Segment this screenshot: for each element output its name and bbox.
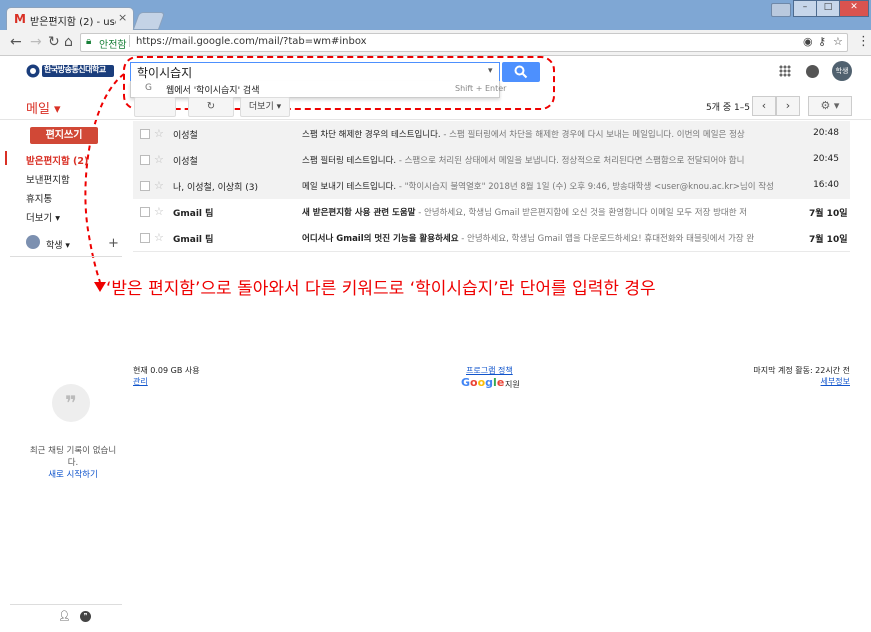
email-date: 7월 10일 xyxy=(809,235,848,245)
compose-button[interactable]: 편지쓰기 xyxy=(30,127,98,144)
last-activity-text: 마지막 계정 활동: 22시간 전 xyxy=(753,366,850,375)
apps-grid-icon[interactable] xyxy=(779,65,791,77)
tab-title: 받은편지함 (2) - user@kn xyxy=(30,17,116,28)
pager-count: 5개 중 1–5 xyxy=(706,103,750,113)
email-subject: 스팸 차단 해제한 경우의 테스트입니다. xyxy=(302,130,441,140)
logo-text: 한국방송통신대학교 xyxy=(44,65,106,74)
email-sender: 나, 이성철, 이상희 (3) xyxy=(173,183,259,193)
email-content: 스팸 필터링 테스트입니다. - 스팸으로 처리된 상태에서 메일을 보냅니다.… xyxy=(302,154,784,166)
email-snippet: - 안녕하세요, 학생님 Gmail 앱을 다운로드하세요! 휴대전화와 태블릿… xyxy=(458,234,755,244)
email-snippet: - 스팸으로 처리된 상태에서 메일을 보냅니다. 정상적으로 처리된다면 스팸… xyxy=(396,156,745,166)
email-date: 20:45 xyxy=(813,154,839,164)
add-chat-icon[interactable]: + xyxy=(108,236,119,251)
address-separator xyxy=(129,35,130,47)
program-policy-link[interactable]: 프로그램 정책 xyxy=(466,365,513,376)
url-text[interactable]: https://mail.google.com/mail/?tab=wm#inb… xyxy=(136,36,367,47)
key-icon[interactable]: ⚷ xyxy=(818,35,826,48)
minimize-icon[interactable]: – xyxy=(793,0,817,17)
email-date: 20:48 xyxy=(813,128,839,138)
email-sender: Gmail 팀 xyxy=(173,209,214,219)
support-link[interactable]: 지원 xyxy=(505,379,520,390)
settings-gear-button[interactable]: ⚙ ▾ xyxy=(808,96,852,116)
hangouts-quote-icon[interactable]: ❞ xyxy=(80,611,91,622)
sidebar-item-sent[interactable]: 보낸편지함 xyxy=(26,172,70,186)
google-logo: Google xyxy=(461,376,505,389)
back-icon[interactable]: ← xyxy=(10,34,22,50)
home-icon[interactable]: ⌂ xyxy=(64,34,73,50)
details-link[interactable]: 세부정보 xyxy=(700,376,850,387)
sidebar-bottom-divider xyxy=(10,604,122,605)
close-window-icon[interactable]: ✕ xyxy=(839,0,869,17)
table-row[interactable]: ☆ 이성철 스팸 필터링 테스트입니다. - 스팸으로 처리된 상태에서 메일을 보… xyxy=(133,147,850,174)
tab-close-icon[interactable]: × xyxy=(118,11,127,24)
email-content: 어디서나 Gmail의 멋진 기능을 활용하세요 - 안녕하세요, 학생님 Gm… xyxy=(302,232,784,244)
manage-link[interactable]: 관리 xyxy=(133,376,148,387)
gmail-favicon-icon: M xyxy=(14,12,26,26)
storage-usage: 현재 0.09 GB 사용 xyxy=(133,366,200,375)
sidebar-item-inbox[interactable]: 받은편지함 (2) xyxy=(26,153,88,167)
email-sender: Gmail 팀 xyxy=(173,235,214,245)
chat-empty-text: 최근 채팅 기록이 없습니다. xyxy=(29,446,117,468)
table-row[interactable]: ☆ 나, 이성철, 이상희 (3) 메일 보내기 테스트입니다. - "학이시습지 … xyxy=(133,173,850,200)
email-content: 새 받은편지함 사용 관련 도움말 - 안녕하세요, 학생님 Gmail 받은편… xyxy=(302,206,784,218)
inbox-selected-indicator xyxy=(5,151,7,165)
annotation-caption: ‘받은 편지함’으로 돌아와서 다른 키워드로 ‘학이시습지’란 단어를 입력한… xyxy=(106,279,656,299)
row-checkbox[interactable] xyxy=(140,155,150,165)
secure-label: 안전함 xyxy=(99,40,127,51)
next-page-icon[interactable]: › xyxy=(776,96,800,116)
email-snippet: - 스팸 필터링에서 차단을 해제한 경우에 다시 보내는 메일입니다. 이번의… xyxy=(440,130,745,140)
profile-chip-icon[interactable] xyxy=(771,3,791,17)
maximize-icon[interactable]: □ xyxy=(816,0,840,17)
star-icon[interactable]: ☆ xyxy=(154,127,164,140)
browser-menu-icon[interactable]: ⋮ xyxy=(857,34,870,49)
hangouts-avatar[interactable] xyxy=(26,235,40,249)
email-snippet: - 안녕하세요, 학생님 Gmail 받은편지함에 오신 것을 환영합니다 이메… xyxy=(415,208,748,218)
notifications-icon[interactable] xyxy=(806,65,819,78)
email-subject: 새 받은편지함 사용 관련 도움말 xyxy=(302,208,416,218)
toolbar-divider xyxy=(0,119,871,120)
more-button[interactable]: 더보기 ▾ xyxy=(240,97,290,117)
eye-icon[interactable]: ◉ xyxy=(803,35,813,48)
star-icon[interactable]: ☆ xyxy=(154,153,164,166)
reload-icon[interactable]: ↻ xyxy=(48,34,60,50)
star-icon[interactable]: ☆ xyxy=(154,179,164,192)
sidebar-item-trash[interactable]: 휴지통 xyxy=(26,191,52,205)
bookmark-star-icon[interactable]: ☆ xyxy=(833,35,843,48)
email-content: 스팸 차단 해제한 경우의 테스트입니다. - 스팸 필터링에서 차단을 해제한… xyxy=(302,128,784,140)
table-row[interactable]: ☆ 이성철 스팸 차단 해제한 경우의 테스트입니다. - 스팸 필터링에서 차단을… xyxy=(133,121,850,148)
email-sender: 이성철 xyxy=(173,131,198,141)
email-content: 메일 보내기 테스트입니다. - "학이시습지 불역열호" 2018년 8월 1… xyxy=(302,180,784,192)
mail-menu[interactable]: 메일 ▾ xyxy=(26,98,61,117)
star-icon[interactable]: ☆ xyxy=(154,231,164,244)
refresh-button[interactable]: ↻ xyxy=(188,97,234,117)
prev-page-icon[interactable]: ‹ xyxy=(752,96,776,116)
email-date: 16:40 xyxy=(813,180,839,190)
email-subject: 스팸 필터링 테스트입니다. xyxy=(302,156,397,166)
forward-icon[interactable]: → xyxy=(30,34,42,50)
email-date: 7월 10일 xyxy=(809,209,848,219)
select-all-checkbox[interactable] xyxy=(134,97,176,117)
start-new-chat-link[interactable]: 새로 시작하기 xyxy=(26,468,120,480)
lock-icon: 🔒︎ xyxy=(86,36,92,47)
account-avatar[interactable]: 학생 xyxy=(832,61,852,81)
sidebar-divider xyxy=(10,256,122,257)
star-icon[interactable]: ☆ xyxy=(154,205,164,218)
contacts-person-icon[interactable]: 👤︎ xyxy=(58,611,71,622)
hangouts-user-name[interactable]: 학생 ▾ xyxy=(46,238,70,251)
row-checkbox[interactable] xyxy=(140,181,150,191)
email-subject: 메일 보내기 테스트입니다. xyxy=(302,182,397,192)
table-row[interactable]: ☆ Gmail 팀 새 받은편지함 사용 관련 도움말 - 안녕하세요, 학생님 G… xyxy=(133,199,850,226)
row-checkbox[interactable] xyxy=(140,207,150,217)
chat-quote-icon: ❞ xyxy=(52,384,90,422)
row-checkbox[interactable] xyxy=(140,129,150,139)
email-subject: 어디서나 Gmail의 멋진 기능을 활용하세요 xyxy=(302,234,459,244)
email-snippet: - "학이시습지 불역열호" 2018년 8월 1일 (수) 오후 9:46, … xyxy=(396,182,774,192)
email-sender: 이성철 xyxy=(173,157,198,167)
row-checkbox[interactable] xyxy=(140,233,150,243)
sidebar-item-more[interactable]: 더보기 ▾ xyxy=(26,210,60,224)
table-row[interactable]: ☆ Gmail 팀 어디서나 Gmail의 멋진 기능을 활용하세요 - 안녕하세요… xyxy=(133,225,850,252)
